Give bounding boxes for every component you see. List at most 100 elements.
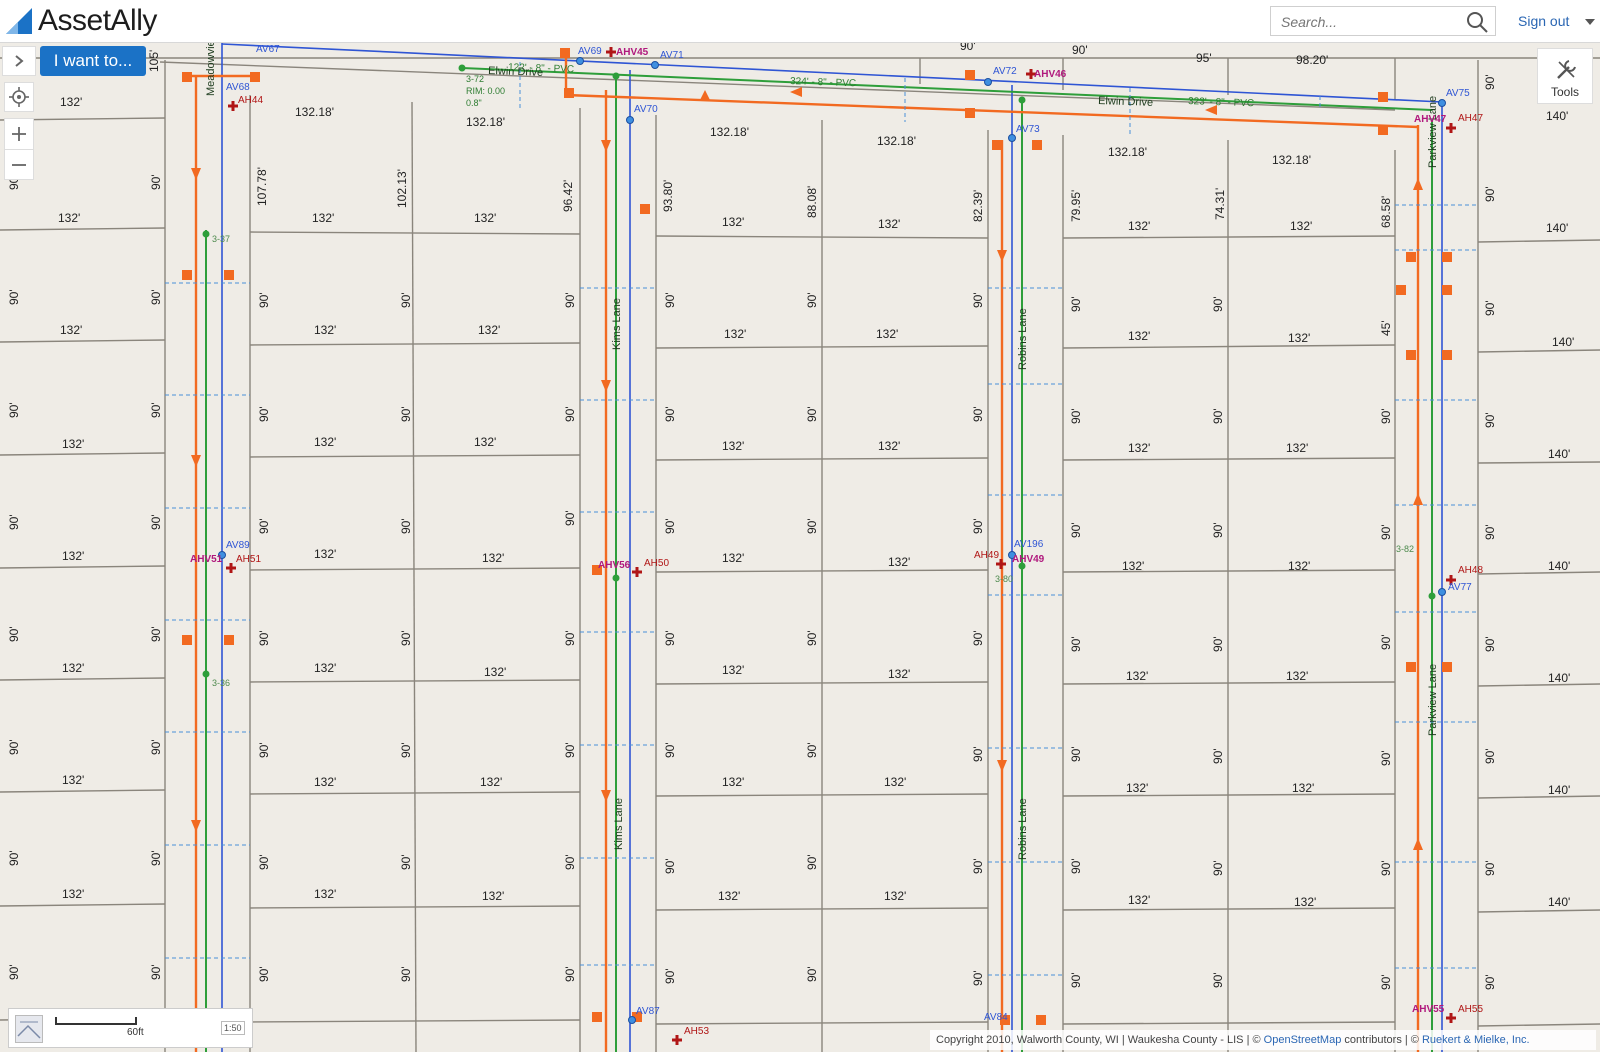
lot-label: 132' — [722, 215, 744, 229]
lot-label: 132' — [58, 211, 80, 225]
map-canvas[interactable]: 132.18' 132.18' 132.18' 132.18' 132.18' … — [0, 0, 1600, 1052]
lot-label: 90' — [1211, 748, 1225, 764]
basemap-switcher[interactable] — [15, 1015, 43, 1043]
lot-label: 90' — [149, 174, 163, 190]
lot-label: 90' — [663, 858, 677, 874]
lot-label: 132' — [1128, 219, 1150, 233]
lot-label: 90' — [257, 292, 271, 308]
zoom-out-button[interactable] — [5, 150, 33, 180]
lot-label: 90' — [1069, 858, 1083, 874]
lot-label: 132' — [474, 211, 496, 225]
lot-label: 90' — [1379, 750, 1393, 766]
ruekert-link[interactable]: Ruekert & Mielke, Inc. — [1422, 1034, 1530, 1046]
lot-label: 90' — [399, 854, 413, 870]
lot-label: 90' — [805, 292, 819, 308]
search-input[interactable] — [1279, 8, 1463, 36]
lot-label: 132' — [1288, 331, 1310, 345]
lot-label: 132' — [878, 217, 900, 231]
manhole-label: 3-36 — [212, 678, 230, 688]
tools-button[interactable]: Tools — [1537, 48, 1593, 104]
lot-label: 90' — [563, 406, 577, 422]
expand-panel-button[interactable] — [2, 46, 36, 76]
valve-label: AV87 — [636, 1006, 660, 1017]
lot-label: 132.18' — [877, 134, 916, 148]
lot-label: 132' — [1128, 329, 1150, 343]
lot-label: 90' — [257, 742, 271, 758]
lot-label: 132' — [722, 551, 744, 565]
lot-label: 90' — [1072, 43, 1088, 57]
locate-button[interactable] — [4, 82, 34, 112]
lot-label: 132' — [482, 889, 504, 903]
app-logo[interactable]: AssetAlly — [4, 4, 157, 38]
valve-label: AV75 — [1446, 88, 1470, 99]
lot-label: 132' — [888, 667, 910, 681]
lot-label: 132' — [314, 323, 336, 337]
lot-label: 90' — [805, 518, 819, 534]
lot-label: 90' — [399, 630, 413, 646]
lot-label: 132' — [482, 551, 504, 565]
openstreetmap-link[interactable]: OpenStreetMap — [1264, 1034, 1342, 1046]
hydrant-label: AHV51 — [190, 554, 223, 565]
valve-label: AV72 — [993, 66, 1017, 77]
sign-out-link[interactable]: Sign out — [1518, 13, 1569, 29]
lot-label: 132' — [1122, 559, 1144, 573]
lot-label: 132' — [884, 889, 906, 903]
lot-label: 132' — [60, 95, 82, 109]
lot-label: 90' — [7, 964, 21, 980]
lot-label: 90' — [149, 289, 163, 305]
hydrant-label: AH49 — [974, 550, 999, 561]
lot-label: 90' — [971, 406, 985, 422]
lot-label: 132' — [718, 889, 740, 903]
lot-label: 90' — [257, 966, 271, 982]
street-label: Robins Lane — [1017, 798, 1029, 860]
lot-label: 93.80' — [661, 180, 675, 212]
street-label: Parkview Lane — [1427, 664, 1439, 736]
lot-label: 90' — [1069, 636, 1083, 652]
lot-label: 90' — [563, 630, 577, 646]
zoom-in-button[interactable] — [5, 119, 33, 149]
lot-label: 90' — [7, 289, 21, 305]
manhole-label: 3-80 — [995, 574, 1013, 584]
pipe-label: 0.8" — [466, 98, 482, 108]
lot-label: 90' — [1483, 636, 1497, 652]
search-icon[interactable] — [1465, 10, 1489, 34]
i-want-to-button[interactable]: I want to... — [40, 46, 146, 76]
lot-label: 90' — [971, 292, 985, 308]
lot-label: 90' — [1379, 860, 1393, 876]
crosshair-icon — [9, 87, 29, 107]
lot-label: 90' — [1483, 524, 1497, 540]
scale-bar-label: 60ft — [127, 1027, 144, 1038]
lot-label: 96.42' — [561, 180, 575, 212]
lot-label: 90' — [149, 626, 163, 642]
pipe-label: RIM: 0.00 — [466, 86, 505, 96]
lot-label: 90' — [1379, 524, 1393, 540]
lot-label: 140' — [1548, 671, 1570, 685]
lot-label: 132' — [314, 435, 336, 449]
lot-label: 140' — [1546, 221, 1568, 235]
lot-label: 90' — [399, 966, 413, 982]
lot-label: 132' — [314, 547, 336, 561]
attribution-text: Copyright 2010, Walworth County, WI | Wa… — [936, 1034, 1264, 1046]
pipe-label: 324' - 8" - PVC — [790, 76, 856, 89]
lot-label: 90' — [563, 292, 577, 308]
pipe-label: 323' - 8" - PVC — [1188, 96, 1254, 109]
chevron-down-icon[interactable] — [1585, 19, 1595, 25]
lot-label: 90' — [7, 626, 21, 642]
lot-label: 132' — [1126, 781, 1148, 795]
lot-label: 132' — [1286, 441, 1308, 455]
lot-label: 90' — [1483, 186, 1497, 202]
lot-label: 132' — [480, 775, 502, 789]
lot-label: 132' — [314, 775, 336, 789]
lot-label: 132' — [888, 555, 910, 569]
lot-label: 140' — [1548, 895, 1570, 909]
search-box[interactable] — [1270, 6, 1496, 36]
valve-label: AV68 — [226, 82, 250, 93]
hydrant-label: AHV47 — [1414, 114, 1447, 125]
lot-label: 90' — [1211, 972, 1225, 988]
scale-bar: 60ft 1:50 — [8, 1008, 253, 1048]
valve-label: AV73 — [1016, 124, 1040, 135]
hydrant-label: AH53 — [684, 1026, 709, 1037]
pipe-label: 122' - 8" - PVC — [508, 62, 574, 75]
chevron-right-icon — [15, 55, 24, 67]
lot-label: 90' — [257, 854, 271, 870]
